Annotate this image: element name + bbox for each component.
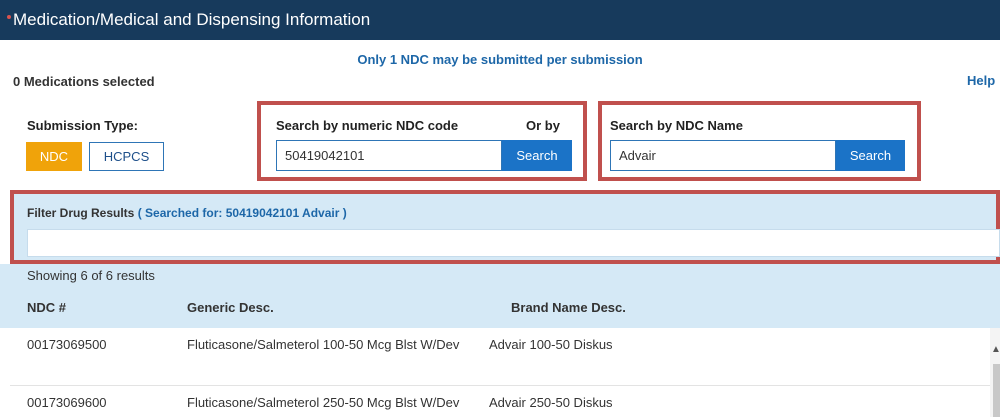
row-brand: Advair 100-50 Diskus — [489, 337, 613, 352]
search-by-name-label: Search by NDC Name — [610, 118, 743, 133]
column-header-ndc[interactable]: NDC # — [27, 300, 66, 315]
column-header-generic[interactable]: Generic Desc. — [187, 300, 274, 315]
row-ndc: 00173069500 — [27, 337, 107, 352]
row-generic: Fluticasone/Salmeterol 250-50 Mcg Blst W… — [187, 395, 460, 410]
searched-for-text: ( Searched for: 50419042101 Advair ) — [137, 206, 347, 220]
search-name-button[interactable]: Search — [836, 140, 905, 171]
ndc-name-input[interactable]: Advair — [610, 140, 836, 171]
help-link[interactable]: Help — [967, 73, 995, 88]
results-count: Showing 6 of 6 results — [27, 268, 155, 283]
row-generic: Fluticasone/Salmeterol 100-50 Mcg Blst W… — [187, 337, 460, 352]
search-code-button[interactable]: Search — [502, 140, 572, 171]
scrollbar-thumb[interactable] — [993, 364, 1000, 417]
row-ndc: 00173069600 — [27, 395, 107, 410]
filter-input[interactable] — [27, 229, 1000, 257]
or-by-label: Or by — [526, 118, 560, 133]
table-row[interactable]: 00173069500 Fluticasone/Salmeterol 100-5… — [0, 328, 990, 384]
table-row[interactable]: 00173069600 Fluticasone/Salmeterol 250-5… — [0, 386, 990, 417]
hcpcs-type-button[interactable]: HCPCS — [89, 142, 164, 171]
required-marker — [7, 15, 11, 19]
ndc-code-input[interactable]: 50419042101 — [276, 140, 502, 171]
caret-up-icon[interactable]: ▲ — [991, 344, 1000, 355]
filter-label-text: Filter Drug Results — [27, 206, 135, 220]
search-by-code-label: Search by numeric NDC code — [276, 118, 459, 133]
filter-label: Filter Drug Results ( Searched for: 5041… — [27, 206, 347, 220]
section-title: Medication/Medical and Dispensing Inform… — [13, 10, 371, 29]
row-brand: Advair 250-50 Diskus — [489, 395, 613, 410]
section-header: Medication/Medical and Dispensing Inform… — [0, 0, 1000, 40]
submission-type-label: Submission Type: — [27, 118, 138, 133]
column-header-brand[interactable]: Brand Name Desc. — [511, 300, 626, 315]
ndc-limit-notice: Only 1 NDC may be submitted per submissi… — [357, 52, 643, 67]
medications-selected-count: 0 Medications selected — [13, 74, 155, 89]
ndc-type-button[interactable]: NDC — [26, 142, 82, 171]
